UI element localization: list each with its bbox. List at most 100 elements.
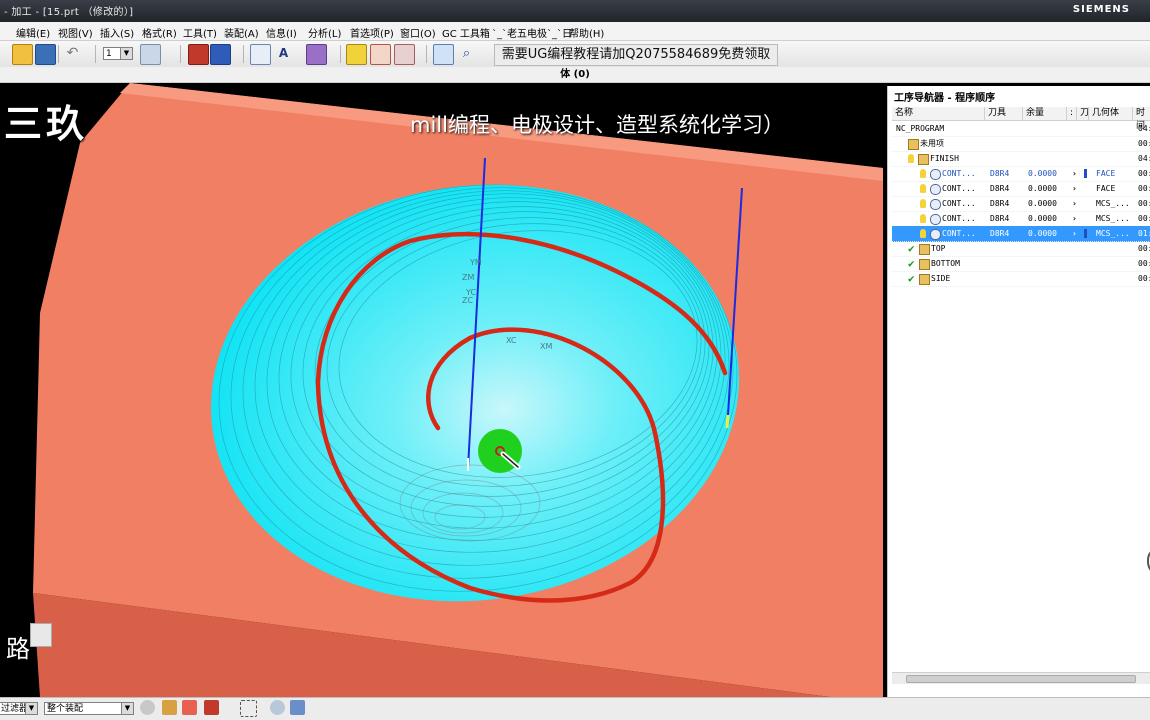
navigator-row[interactable]: CONT... D8R4 0.0000 FACE 00:5 › — [892, 181, 1150, 197]
column-time[interactable]: 时间 — [1132, 107, 1150, 131]
edit-object-display-icon[interactable] — [188, 44, 209, 65]
folder-icon — [918, 154, 929, 165]
tool-name: D8R4 — [990, 199, 1010, 208]
menu-bar: 编辑(E) 视图(V) 插入(S) 格式(R) 工具(T) 装配(A) 信息(I… — [0, 22, 1150, 41]
navigator-row[interactable]: CONT... D8R4 0.0000 MCS_... 00:5 › — [892, 211, 1150, 227]
operation-name: CONT... — [942, 214, 976, 223]
snap-end-icon[interactable] — [162, 700, 177, 715]
folder-icon — [919, 274, 930, 285]
folder-icon — [919, 244, 930, 255]
geometry-name: FACE — [1096, 184, 1116, 193]
menu-electrode-plugin[interactable]: `_`老五电极`_`日 — [492, 25, 572, 40]
selection-filter-icon[interactable] — [346, 44, 367, 65]
menu-gc-toolbox[interactable]: GC 工具箱 — [442, 25, 490, 40]
paint-bucket-icon[interactable] — [306, 44, 327, 65]
layer-combo[interactable]: 1 ▼ — [103, 47, 133, 60]
snap-point-icon[interactable] — [204, 700, 219, 715]
tool-name: D8R4 — [990, 214, 1010, 223]
status-bulb-icon — [920, 229, 926, 238]
stock-value: 0.0000 — [1028, 169, 1057, 178]
geometry-name: MCS_... — [1096, 229, 1130, 238]
navigator-row[interactable]: CONT... D8R4 0.0000 MCS_... 01:0 › — [892, 226, 1150, 242]
assembly-scope-combo[interactable]: 整个装配 ▼ — [44, 702, 134, 715]
operation-icon — [930, 214, 941, 225]
menu-tools[interactable]: 工具(T) — [183, 25, 217, 40]
path-status-icon: › — [1072, 229, 1077, 238]
annotation-icon[interactable] — [250, 44, 271, 65]
measure-icon[interactable] — [433, 44, 454, 65]
menu-insert[interactable]: 插入(S) — [100, 25, 134, 40]
zoom-icon[interactable]: ⌕ — [457, 44, 476, 63]
operation-name: CONT... — [942, 199, 976, 208]
navigator-row[interactable]: NC_PROGRAM 04:5 — [892, 121, 1150, 137]
machining-time: 04:5 — [1138, 124, 1150, 133]
status-check-icon: ✔ — [908, 257, 915, 270]
status-bulb-icon — [920, 169, 926, 178]
status-bulb-icon — [908, 154, 914, 163]
operation-icon — [930, 184, 941, 195]
path-status-icon: › — [1072, 199, 1077, 208]
menu-help[interactable]: 帮助(H) — [569, 25, 604, 40]
shaded-cube-icon[interactable] — [290, 700, 305, 715]
column-tool-short[interactable]: 刀 — [1076, 107, 1089, 120]
machining-time: 00:0 — [1138, 274, 1150, 283]
operation-name: 未用项 — [920, 139, 944, 148]
machining-time: 00:5 — [1138, 184, 1150, 193]
menu-format[interactable]: 格式(R) — [142, 25, 177, 40]
tool-name: D8R4 — [990, 229, 1010, 238]
machining-time: 00:5 — [1138, 169, 1150, 178]
column-tool[interactable]: 刀具 — [984, 107, 1022, 120]
standard-toolbar: ↶ 1 ▼ A ⌕ 需要UG编程教程请加Q2075584689免费领取 — [0, 41, 1150, 68]
selection-count: 体 (0) — [560, 69, 590, 80]
horizontal-scrollbar[interactable] — [892, 672, 1150, 684]
machining-time: 00:5 — [1138, 214, 1150, 223]
tool-name: D8R4 — [990, 184, 1010, 193]
navigator-row[interactable]: 未用项 00:0 — [892, 136, 1150, 152]
snap-mid-icon[interactable] — [182, 700, 197, 715]
save-icon[interactable] — [35, 44, 56, 65]
machining-time: 00:0 — [1138, 259, 1150, 268]
navigator-row[interactable]: FINISH 04:5 — [892, 151, 1150, 167]
overlay-subtitle: mill编程、电极设计、造型系统化学习） — [410, 113, 784, 137]
menu-preferences[interactable]: 首选项(P) — [350, 25, 394, 40]
menu-info[interactable]: 信息(I) — [266, 25, 297, 40]
column-geometry[interactable]: 几何体 — [1088, 107, 1132, 120]
snap-settings-icon[interactable] — [394, 44, 415, 65]
scrollbar-thumb[interactable] — [906, 675, 1136, 683]
stock-value: 0.0000 — [1028, 214, 1057, 223]
type-filter-combo[interactable]: 过滤器 ▼ — [0, 702, 38, 715]
menu-analysis[interactable]: 分析(L) — [308, 25, 341, 40]
operation-name: CONT... — [942, 229, 976, 238]
column-name[interactable]: 名称 — [892, 107, 984, 120]
undo-icon[interactable]: ↶ — [63, 44, 82, 63]
navigator-row[interactable]: ✔ TOP 00:0 — [892, 241, 1150, 257]
navigator-row[interactable]: ✔ SIDE 00:0 — [892, 271, 1150, 287]
navigator-row[interactable]: CONT... D8R4 0.0000 MCS_... 00:2 › — [892, 196, 1150, 212]
navigator-row[interactable]: CONT... D8R4 0.0000 FACE 00:5 › — [892, 166, 1150, 182]
text-icon[interactable]: A — [274, 44, 293, 63]
overlay-title: 三玖 — [4, 102, 89, 146]
rectangle-select-icon[interactable] — [240, 700, 257, 717]
status-check-icon: ✔ — [908, 242, 915, 255]
menu-window[interactable]: 窗口(O) — [400, 25, 436, 40]
operation-navigator: 工序导航器 - 程序顺序 名称 刀具 余量 : 刀 几何体 时间 NC_PROG… — [887, 86, 1150, 697]
reset-filter-icon[interactable] — [140, 700, 155, 715]
menu-edit[interactable]: 编辑(E) — [16, 25, 50, 40]
show-hide-icon[interactable] — [210, 44, 231, 65]
geometry-name: MCS_... — [1096, 199, 1130, 208]
column-stock[interactable]: 余量 — [1022, 107, 1066, 120]
machining-time: 00:0 — [1138, 244, 1150, 253]
status-bulb-icon — [920, 214, 926, 223]
wireframe-icon[interactable] — [270, 700, 285, 715]
menu-view[interactable]: 视图(V) — [58, 25, 93, 40]
operation-icon — [930, 229, 941, 240]
navigator-row[interactable]: ✔ BOTTOM 00:0 — [892, 256, 1150, 272]
column-path[interactable]: : — [1066, 107, 1076, 120]
layer-settings-icon[interactable] — [140, 44, 161, 65]
siemens-logo: SIEMENS — [1072, 4, 1130, 15]
snap-point-icon[interactable] — [370, 44, 391, 65]
menu-assembly[interactable]: 装配(A) — [224, 25, 259, 40]
window-title: - 加工 - [15.prt （修改的）] — [4, 7, 134, 18]
open-folder-icon[interactable] — [12, 44, 33, 65]
graphics-viewport[interactable]: YM ZM YC ZC XC XM 三玖 mill编程、电极设计、造型系统化学习… — [0, 83, 883, 697]
